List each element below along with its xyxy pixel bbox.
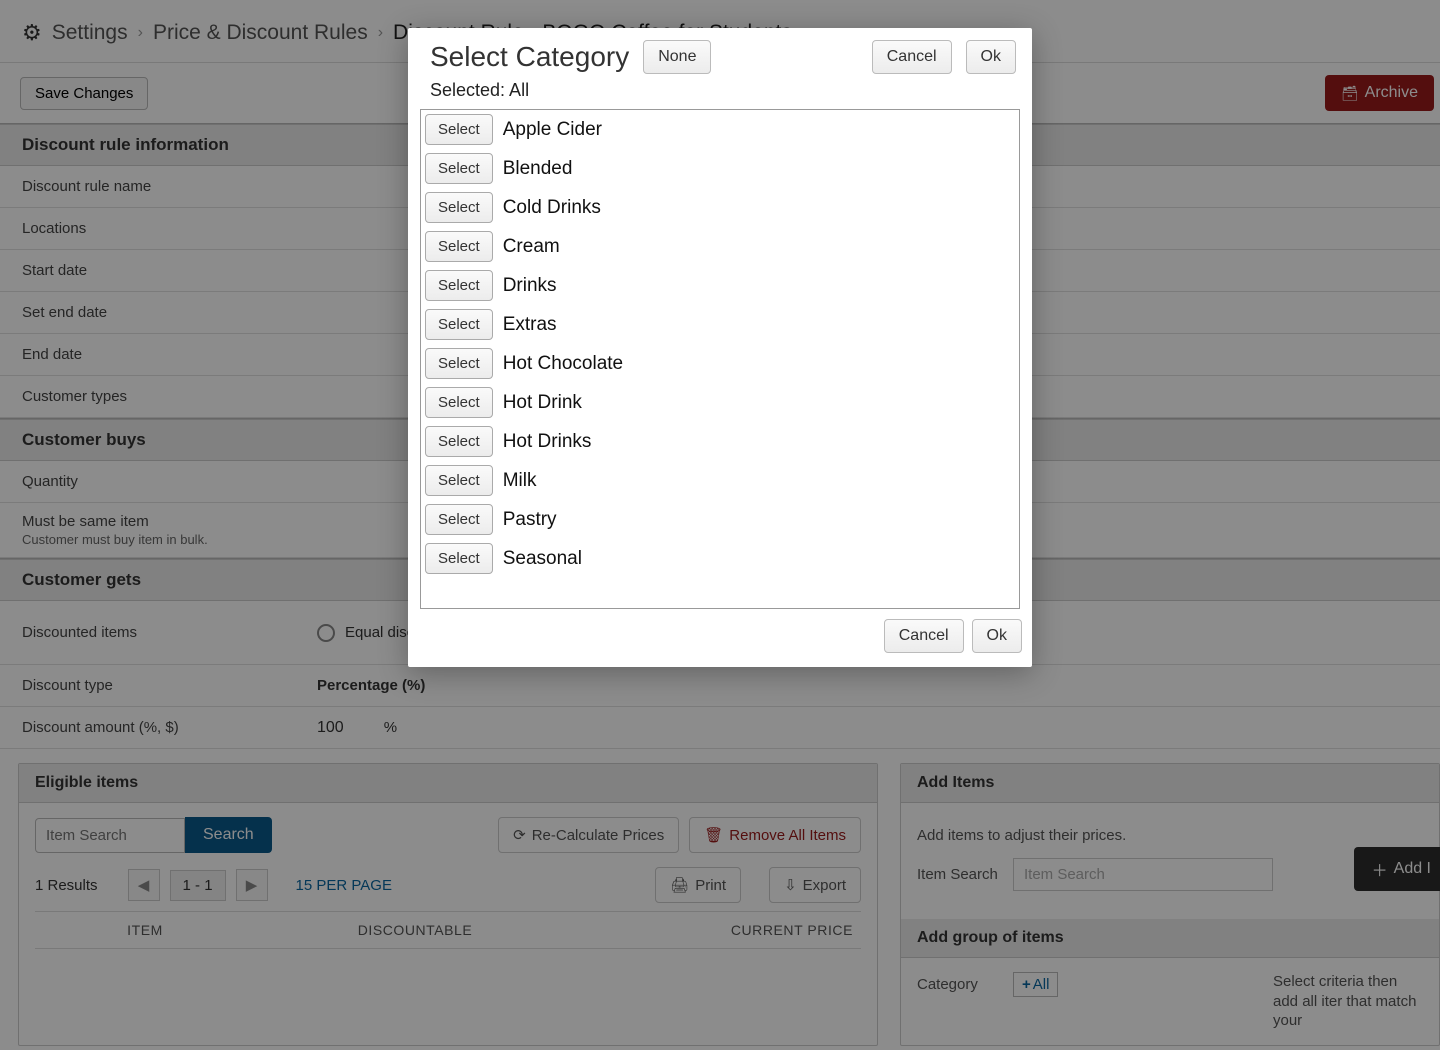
category-name: Cream <box>503 236 560 258</box>
category-name: Seasonal <box>503 548 582 570</box>
cancel-button-top[interactable]: Cancel <box>872 40 952 74</box>
select-button[interactable]: Select <box>425 504 493 535</box>
select-button[interactable]: Select <box>425 465 493 496</box>
select-button[interactable]: Select <box>425 231 493 262</box>
category-name: Apple Cider <box>503 119 602 141</box>
category-row: Select Drinks <box>421 266 1019 305</box>
category-row: Select Blended <box>421 149 1019 188</box>
category-row: Select Apple Cider <box>421 110 1019 149</box>
category-name: Hot Chocolate <box>503 353 623 375</box>
select-button[interactable]: Select <box>425 270 493 301</box>
category-name: Extras <box>503 314 557 336</box>
none-button[interactable]: None <box>643 40 711 74</box>
category-name: Hot Drinks <box>503 431 592 453</box>
select-button[interactable]: Select <box>425 387 493 418</box>
select-button[interactable]: Select <box>425 348 493 379</box>
select-button[interactable]: Select <box>425 192 493 223</box>
category-row: Select Seasonal <box>421 539 1019 578</box>
category-row: Select Hot Drink <box>421 383 1019 422</box>
select-button[interactable]: Select <box>425 153 493 184</box>
category-row: Select Cream <box>421 227 1019 266</box>
category-name: Drinks <box>503 275 557 297</box>
category-row: Select Extras <box>421 305 1019 344</box>
category-row: Select Milk <box>421 461 1019 500</box>
category-row: Select Cold Drinks <box>421 188 1019 227</box>
category-row: Select Hot Chocolate <box>421 344 1019 383</box>
category-name: Hot Drink <box>503 392 582 414</box>
ok-button-bottom[interactable]: Ok <box>972 619 1022 653</box>
ok-button-top[interactable]: Ok <box>966 40 1016 74</box>
modal-title: Select Category <box>430 41 629 73</box>
category-row: Select Pastry <box>421 500 1019 539</box>
select-button[interactable]: Select <box>425 426 493 457</box>
category-name: Blended <box>503 158 573 180</box>
category-row: Select Hot Drinks <box>421 422 1019 461</box>
select-button[interactable]: Select <box>425 543 493 574</box>
selected-line: Selected: All <box>408 80 1032 109</box>
category-name: Cold Drinks <box>503 197 601 219</box>
category-list[interactable]: Select Apple Cider Select Blended Select Cold… <box>420 109 1020 609</box>
category-name: Milk <box>503 470 537 492</box>
select-button[interactable]: Select <box>425 309 493 340</box>
cancel-button-bottom[interactable]: Cancel <box>884 619 964 653</box>
modal-overlay: Select Category None Cancel Ok Selected:… <box>0 0 1440 1050</box>
category-name: Pastry <box>503 509 557 531</box>
select-category-modal: Select Category None Cancel Ok Selected:… <box>408 28 1032 667</box>
select-button[interactable]: Select <box>425 114 493 145</box>
